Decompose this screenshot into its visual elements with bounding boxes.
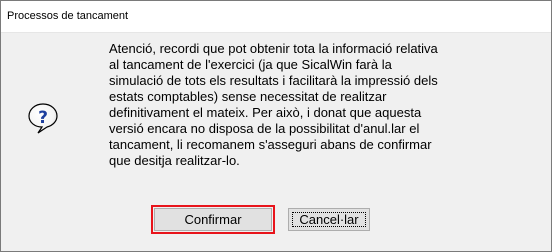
- cancel-button-label: Cancel·lar: [299, 212, 359, 227]
- confirmation-dialog: Processos de tancament ? Atenció, record…: [0, 0, 552, 252]
- message-line: tancament, li recomanem s'asseguri abans…: [109, 137, 432, 152]
- title-bar: Processos de tancament: [1, 1, 551, 33]
- message-line: definitivament el mateix. Per això, i do…: [109, 105, 422, 120]
- message-line: Atenció, recordi que pot obtenir tota la…: [109, 41, 438, 56]
- confirm-button-label: Confirmar: [184, 212, 242, 227]
- question-icon: ?: [28, 103, 58, 134]
- window-title: Processos de tancament: [7, 10, 129, 22]
- confirm-button[interactable]: Confirmar: [154, 208, 272, 231]
- message-line: simulació de tots els resultats i facili…: [109, 73, 438, 88]
- message-line: versió encara no disposa de la possibili…: [109, 121, 420, 136]
- cancel-button[interactable]: Cancel·lar: [288, 208, 370, 231]
- message-line: que desitja realitzar-lo.: [109, 153, 240, 168]
- svg-text:?: ?: [38, 108, 48, 128]
- message-line: al tancament de l'exercici (ja que Sical…: [109, 57, 392, 72]
- message-text: Atenció, recordi que pot obtenir tota la…: [109, 41, 481, 169]
- message-line: estats comptables) sense necessitat de r…: [109, 89, 387, 104]
